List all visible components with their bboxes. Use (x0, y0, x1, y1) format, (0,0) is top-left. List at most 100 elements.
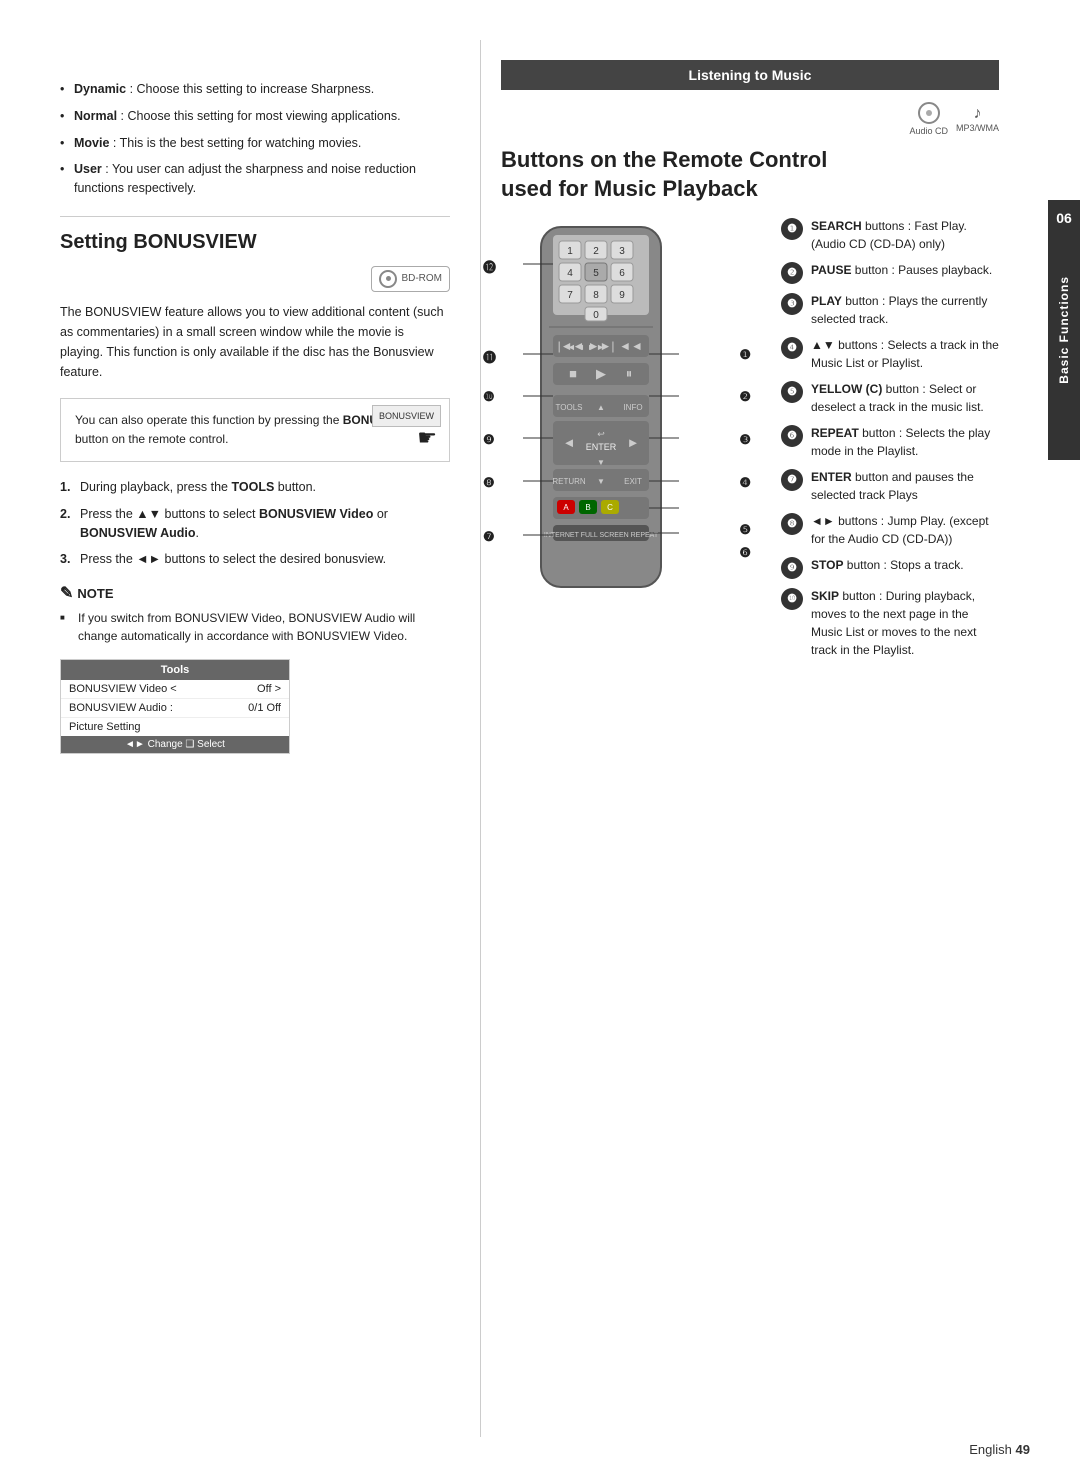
divider (60, 216, 450, 217)
list-item: Dynamic : Choose this setting to increas… (60, 80, 450, 99)
desc-item-5: ❺ YELLOW (C) button : Select or deselect… (781, 380, 999, 416)
label-8: ❽ (483, 475, 495, 491)
svg-text:EXIT: EXIT (624, 477, 642, 486)
svg-text:A: A (563, 503, 569, 512)
right-heading: Buttons on the Remote Control used for M… (501, 146, 999, 203)
right-column: Listening to Music Audio CD ♪ MP3/WMA Bu… (481, 40, 1049, 1437)
svg-text:1: 1 (567, 246, 573, 257)
page-footer: English 49 (969, 1442, 1030, 1457)
desc-item-7: ❼ ENTER button and pauses the selected t… (781, 468, 999, 504)
note-list: If you switch from BONUSVIEW Video, BONU… (60, 609, 450, 645)
svg-text:RETURN: RETURN (552, 477, 586, 486)
svg-text:▲: ▲ (597, 403, 605, 412)
label-9: ❾ (483, 432, 495, 448)
label-1: ❶ (739, 347, 751, 363)
svg-text:INTERNET FULL SCREEN REPEAT: INTERNET FULL SCREEN REPEAT (544, 532, 659, 539)
svg-text:9: 9 (619, 290, 625, 301)
svg-text:►: ► (627, 435, 640, 450)
desc-item-9: ❾ STOP button : Stops a track. (781, 556, 999, 579)
svg-text:↩: ↩ (597, 429, 605, 439)
disc-circle (918, 102, 940, 124)
svg-text:◄◄ ►►: ◄◄ ►► (567, 342, 605, 352)
desc-item-10: ❿ SKIP button : During playback, moves t… (781, 587, 999, 659)
label-5: ❺ (739, 522, 751, 538)
disc-icons-row: Audio CD ♪ MP3/WMA (501, 102, 999, 136)
section-heading: Setting BONUSVIEW (60, 231, 450, 254)
desc-item-8: ❽ ◄► buttons : Jump Play. (except for th… (781, 512, 999, 548)
tools-table: Tools BONUSVIEW Video < Off > BONUSVIEW … (60, 659, 290, 754)
note-item: If you switch from BONUSVIEW Video, BONU… (60, 609, 450, 645)
list-item: Normal : Choose this setting for most vi… (60, 107, 450, 126)
page-number: 49 (1016, 1442, 1030, 1457)
tools-table-row: BONUSVIEW Video < Off > (61, 680, 289, 699)
hand-icon: ☛ (417, 420, 437, 455)
svg-text:0: 0 (593, 310, 599, 321)
svg-text:TOOLS: TOOLS (556, 403, 583, 412)
remote-svg: 1 2 3 4 5 6 7 8 (501, 217, 701, 597)
label-11: ⓫ (483, 347, 496, 366)
label-10: ❿ (483, 389, 495, 405)
svg-text:C: C (607, 503, 613, 512)
svg-text:⏸: ⏸ (626, 366, 633, 381)
mp3-wma-icon: ♪ MP3/WMA (956, 105, 999, 133)
tools-table-row: BONUSVIEW Audio : 0/1 Off (61, 699, 289, 718)
bonusview-description: The BONUSVIEW feature allows you to view… (60, 302, 450, 382)
step-3: 3.Press the ◄► buttons to select the des… (60, 550, 450, 569)
description-area: ❶ SEARCH buttons : Fast Play. (Audio CD … (751, 217, 999, 667)
desc-item-2: ❷ PAUSE button : Pauses playback. (781, 261, 999, 284)
svg-text:▼: ▼ (597, 477, 605, 486)
svg-text:7: 7 (567, 290, 573, 301)
svg-text:8: 8 (593, 290, 599, 301)
remote-area: ⓬ ⓫ ❿ ❾ ❽ ❼ ❶ ❷ ❸ ❹ ❺ ❻ (501, 217, 999, 667)
side-tab-number: 06 (1056, 210, 1072, 226)
step-1: 1.During playback, press the TOOLS butto… (60, 478, 450, 497)
desc-item-3: ❸ PLAY button : Plays the currently sele… (781, 292, 999, 328)
bd-rom-label: BD-ROM (401, 273, 442, 284)
page: 06 Basic Functions Dynamic : Choose this… (0, 0, 1080, 1477)
svg-text:INFO: INFO (623, 403, 642, 412)
remote-diagram: ⓬ ⓫ ❿ ❾ ❽ ❼ ❶ ❷ ❸ ❹ ❺ ❻ (501, 217, 731, 667)
label-6: ❻ (739, 545, 751, 561)
list-item: Movie : This is the best setting for wat… (60, 134, 450, 153)
side-tab: 06 Basic Functions (1048, 200, 1080, 460)
desc-item-4: ❹ ▲▼ buttons : Selects a track in the Mu… (781, 336, 999, 372)
label-2: ❷ (739, 389, 751, 405)
disc-icon (379, 270, 397, 288)
bd-rom-icon-area: BD-ROM (60, 266, 450, 292)
note-label: ✎ NOTE (60, 583, 450, 603)
svg-text:◄◄: ◄◄ (619, 339, 643, 353)
svg-text:6: 6 (619, 268, 625, 279)
bonusview-box: You can also operate this function by pr… (60, 398, 450, 462)
tools-table-footer: ◄► Change ❑ Select (61, 736, 289, 753)
bd-rom-badge: BD-ROM (371, 266, 450, 292)
desc-list: ❶ SEARCH buttons : Fast Play. (Audio CD … (781, 217, 999, 659)
label-7: ❼ (483, 529, 495, 545)
tools-table-header: Tools (61, 660, 289, 680)
svg-text:2: 2 (593, 246, 599, 257)
svg-text:◄: ◄ (563, 435, 576, 450)
svg-text:5: 5 (593, 268, 599, 279)
svg-text:■: ■ (569, 366, 577, 381)
section-bar: Listening to Music (501, 60, 999, 90)
steps-list: 1.During playback, press the TOOLS butto… (60, 478, 450, 569)
left-column: Dynamic : Choose this setting to increas… (0, 40, 480, 1437)
desc-item-6: ❻ REPEAT button : Selects the play mode … (781, 424, 999, 460)
music-icon: ♪ (973, 105, 981, 123)
step-2: 2.Press the ▲▼ buttons to select BONUSVI… (60, 505, 450, 543)
list-item: User : You user can adjust the sharpness… (60, 160, 450, 198)
label-4: ❹ (739, 475, 751, 491)
svg-text:3: 3 (619, 246, 625, 257)
label-12: ⓬ (483, 257, 496, 276)
tools-table-row: Picture Setting (61, 718, 289, 736)
bullet-list: Dynamic : Choose this setting to increas… (60, 80, 450, 198)
english-label: English (969, 1442, 1012, 1457)
svg-text:4: 4 (567, 268, 573, 279)
note-icon: ✎ (60, 583, 73, 603)
svg-text:ENTER: ENTER (586, 442, 617, 452)
side-tab-label: Basic Functions (1057, 276, 1071, 384)
svg-text:▼: ▼ (597, 458, 605, 467)
desc-item-1: ❶ SEARCH buttons : Fast Play. (Audio CD … (781, 217, 999, 253)
svg-text:▶: ▶ (596, 366, 606, 381)
svg-text:B: B (585, 503, 590, 512)
audio-cd-icon: Audio CD (909, 102, 948, 136)
